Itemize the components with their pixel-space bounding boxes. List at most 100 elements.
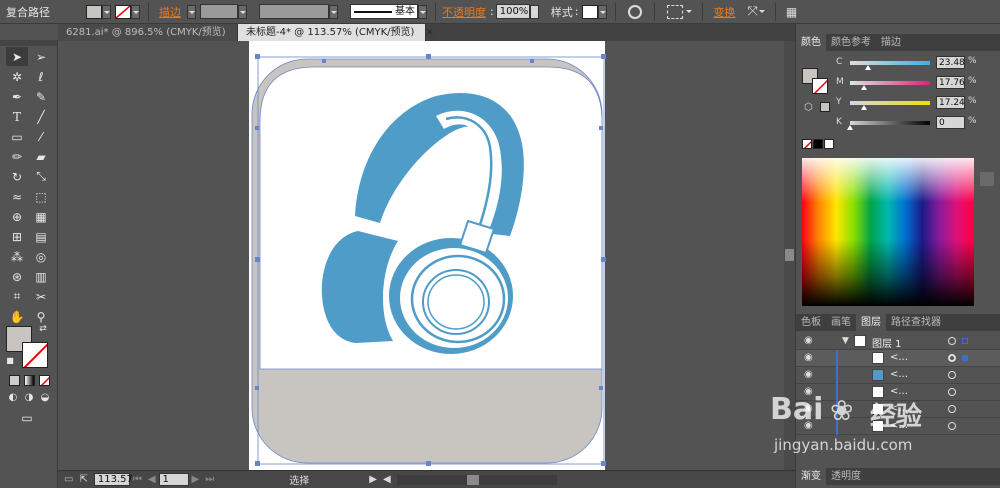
hand-tool-icon[interactable]: ✋ xyxy=(6,307,28,326)
magenta-knob[interactable] xyxy=(861,85,868,90)
layer-row-sub[interactable]: ◉ <... xyxy=(796,350,1000,367)
target-icon[interactable] xyxy=(948,371,956,379)
brush-dropdown[interactable] xyxy=(418,4,427,19)
isolate-icon[interactable]: ▦ xyxy=(786,5,797,19)
canvas-area[interactable] xyxy=(58,41,784,470)
status-menu-icon[interactable]: ▶ xyxy=(369,474,377,485)
none-mode-icon[interactable] xyxy=(39,375,50,386)
next-artboard-icon[interactable]: ▶ xyxy=(192,474,200,485)
selection-indicator[interactable] xyxy=(962,338,968,344)
direct-selection-tool-icon[interactable]: ➢ xyxy=(30,47,52,66)
type-tool-icon[interactable]: T xyxy=(6,107,28,126)
eye-icon[interactable]: ◉ xyxy=(804,335,813,346)
tab-document-1[interactable]: 6281.ai* @ 896.5% (CMYK/预览) xyxy=(58,24,238,41)
cyan-value-field[interactable]: 23.48 xyxy=(936,56,965,69)
layer-row-main[interactable]: ◉ ▼ 图层 1 xyxy=(796,333,1000,350)
fill-dropdown[interactable] xyxy=(102,4,111,19)
zoom-field[interactable]: 113.57 xyxy=(93,473,133,486)
target-icon[interactable] xyxy=(948,354,956,362)
out-of-gamut-icon[interactable]: ⬡ xyxy=(804,102,813,113)
magenta-value-field[interactable]: 17.76 xyxy=(936,76,965,89)
share-icon[interactable]: ⇱ xyxy=(79,474,87,485)
tab-color-guide[interactable]: 颜色参考 xyxy=(826,34,876,51)
shape-builder-tool-icon[interactable]: ⊕ xyxy=(6,207,28,226)
cyan-slider[interactable]: C 23.48 % xyxy=(836,56,996,72)
tab-stroke[interactable]: 描边 xyxy=(876,34,906,51)
blend-tool-icon[interactable]: ◎ xyxy=(30,247,52,266)
tab-document-2[interactable]: 未标题-4* @ 113.57% (CMYK/预览) × xyxy=(238,24,434,41)
line-tool-icon[interactable]: ╱ xyxy=(30,107,52,126)
perspective-grid-tool-icon[interactable]: ▦ xyxy=(30,207,52,226)
right-panel-scroll-thumb[interactable] xyxy=(980,172,994,186)
eyedropper-tool-icon[interactable]: ⁂ xyxy=(6,247,28,266)
tab-transparency[interactable]: 透明度 xyxy=(826,468,866,485)
opacity-label[interactable]: 不透明度 xyxy=(440,4,488,20)
black-knob[interactable] xyxy=(847,125,853,130)
stroke-color-icon[interactable] xyxy=(22,342,48,368)
gradient-tool-icon[interactable]: ▤ xyxy=(30,227,52,246)
prev-artboard-icon[interactable]: ◀ xyxy=(148,474,156,485)
status-hscroll[interactable] xyxy=(396,474,557,485)
tab-swatches[interactable]: 色板 xyxy=(796,314,826,331)
symbol-sprayer-tool-icon[interactable]: ⊛ xyxy=(6,267,28,286)
eye-icon[interactable]: ◉ xyxy=(804,369,813,380)
slice-tool-icon[interactable]: ✂ xyxy=(30,287,52,306)
selection-indicator[interactable] xyxy=(962,355,968,361)
align-icon[interactable] xyxy=(667,4,684,19)
tab-pathfinder[interactable]: 路径查找器 xyxy=(886,314,946,331)
black-slider[interactable]: K 0 % xyxy=(836,116,996,132)
tab-color[interactable]: 颜色 xyxy=(796,34,826,51)
first-artboard-icon[interactable]: ⏮ xyxy=(133,474,142,485)
transform-icon[interactable]: ⤧ xyxy=(747,4,757,19)
tools-grip[interactable] xyxy=(0,40,57,46)
swap-fill-stroke-icon[interactable]: ⇄ xyxy=(36,322,50,336)
gradient-mode-icon[interactable] xyxy=(24,375,35,386)
draw-behind-icon[interactable]: ◑ xyxy=(22,390,36,404)
rotate-tool-icon[interactable]: ↻ xyxy=(6,167,28,186)
scrollbar-thumb[interactable] xyxy=(785,249,794,261)
stroke-weight-dropdown[interactable] xyxy=(238,4,247,19)
white-color-swatch[interactable] xyxy=(824,139,834,149)
magic-wand-tool-icon[interactable]: ✲ xyxy=(6,67,28,86)
artboard-number-field[interactable]: 1 xyxy=(158,473,189,486)
opacity-field[interactable]: 100% xyxy=(495,4,530,19)
eye-icon[interactable]: ◉ xyxy=(804,352,813,363)
black-value-field[interactable]: 0 xyxy=(936,116,965,129)
color-mode-icon[interactable] xyxy=(9,375,20,386)
target-icon[interactable] xyxy=(948,337,956,345)
transform-label[interactable]: 变换 xyxy=(707,4,741,20)
yellow-knob[interactable] xyxy=(860,105,867,110)
stroke-weight-field[interactable] xyxy=(200,4,238,19)
curvature-tool-icon[interactable]: ✎ xyxy=(30,87,52,106)
mesh-tool-icon[interactable]: ⊞ xyxy=(6,227,28,246)
expand-arrow-icon[interactable]: ▼ xyxy=(842,336,849,346)
yellow-value-field[interactable]: 17.24 xyxy=(936,96,965,109)
layer-row-sub[interactable]: ◉ <... xyxy=(796,367,1000,384)
artboard-tool-icon[interactable]: ⌗ xyxy=(6,287,28,306)
tab-close-icon[interactable]: × xyxy=(426,27,434,38)
yellow-slider[interactable]: Y 17.24 % xyxy=(836,96,996,112)
eraser-tool-icon[interactable]: ▰ xyxy=(30,147,52,166)
lasso-tool-icon[interactable]: ℓ xyxy=(30,67,52,86)
tab-brushes[interactable]: 画笔 xyxy=(826,314,856,331)
column-graph-tool-icon[interactable]: ▥ xyxy=(30,267,52,286)
style-dropdown[interactable] xyxy=(598,4,608,19)
style-swatch[interactable] xyxy=(582,4,599,19)
stroke-dropdown[interactable] xyxy=(131,4,140,19)
free-transform-tool-icon[interactable]: ⬚ xyxy=(30,187,52,206)
warp-tool-icon[interactable]: ≈ xyxy=(6,187,28,206)
variable-width-field[interactable] xyxy=(259,4,329,19)
black-color-swatch[interactable] xyxy=(813,139,823,149)
screen-mode-icon[interactable]: ▭ xyxy=(16,410,38,426)
brush-field[interactable]: 基本 xyxy=(350,4,418,19)
last-artboard-icon[interactable]: ⏭ xyxy=(205,474,214,485)
variable-width-dropdown[interactable] xyxy=(329,4,338,19)
stroke-label[interactable]: 描边 xyxy=(153,4,187,20)
selection-tool-icon[interactable]: ➤ xyxy=(6,47,28,66)
align-dropdown[interactable] xyxy=(685,5,694,19)
opacity-dropdown[interactable] xyxy=(529,4,539,19)
default-fill-stroke-icon[interactable]: ■ xyxy=(4,354,16,366)
status-scroll-left-icon[interactable]: ◀ xyxy=(383,474,391,485)
scale-tool-icon[interactable]: ⤡ xyxy=(30,167,52,186)
none-color-swatch[interactable] xyxy=(802,139,812,149)
